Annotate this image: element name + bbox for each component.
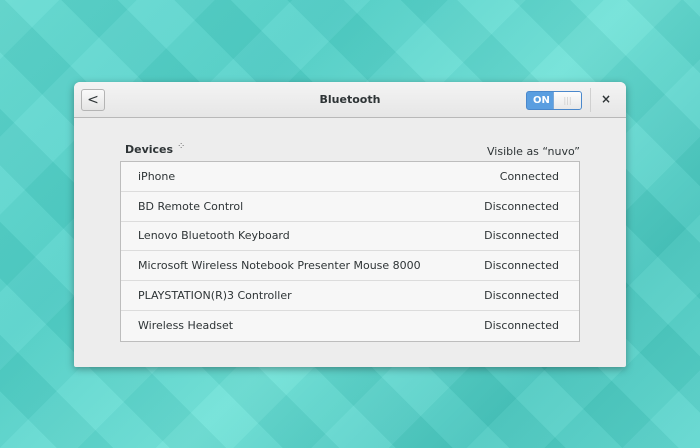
- device-status: Disconnected: [484, 229, 559, 243]
- device-name: Wireless Headset: [138, 319, 234, 333]
- device-name: Lenovo Bluetooth Keyboard: [138, 229, 290, 243]
- toggle-label: ON: [533, 95, 550, 106]
- device-row[interactable]: iPhone Connected: [121, 162, 579, 192]
- toggle-knob[interactable]: |||: [553, 92, 581, 109]
- device-row[interactable]: Wireless Headset Disconnected: [121, 311, 579, 341]
- device-row[interactable]: PLAYSTATION(R)3 Controller Disconnected: [121, 281, 579, 311]
- device-status: Disconnected: [484, 199, 559, 213]
- device-row[interactable]: BD Remote Control Disconnected: [121, 192, 579, 222]
- device-status: Disconnected: [484, 289, 559, 303]
- separator: [590, 88, 591, 112]
- device-name: BD Remote Control: [138, 199, 244, 213]
- bluetooth-window: < Bluetooth ON ||| × Devices ⁘ Visible a…: [74, 82, 626, 367]
- visible-as-label: Visible as “nuvo”: [487, 145, 580, 158]
- device-name: PLAYSTATION(R)3 Controller: [138, 289, 292, 303]
- header-bar: < Bluetooth ON ||| ×: [74, 82, 626, 118]
- device-status: Disconnected: [484, 319, 559, 333]
- device-row[interactable]: Microsoft Wireless Notebook Presenter Mo…: [121, 251, 579, 282]
- bluetooth-toggle[interactable]: ON |||: [526, 91, 582, 110]
- device-status: Disconnected: [484, 259, 559, 273]
- devices-heading: Devices: [125, 143, 174, 156]
- device-name: iPhone: [138, 169, 176, 183]
- device-list: iPhone Connected BD Remote Control Disconn…: [120, 161, 580, 342]
- close-button[interactable]: ×: [601, 92, 611, 106]
- spinner-icon: ⁘: [177, 141, 186, 152]
- device-status: Connected: [499, 169, 559, 183]
- device-name: Microsoft Wireless Notebook Presenter Mo…: [138, 259, 421, 273]
- device-row[interactable]: Lenovo Bluetooth Keyboard Disconnected: [121, 222, 579, 252]
